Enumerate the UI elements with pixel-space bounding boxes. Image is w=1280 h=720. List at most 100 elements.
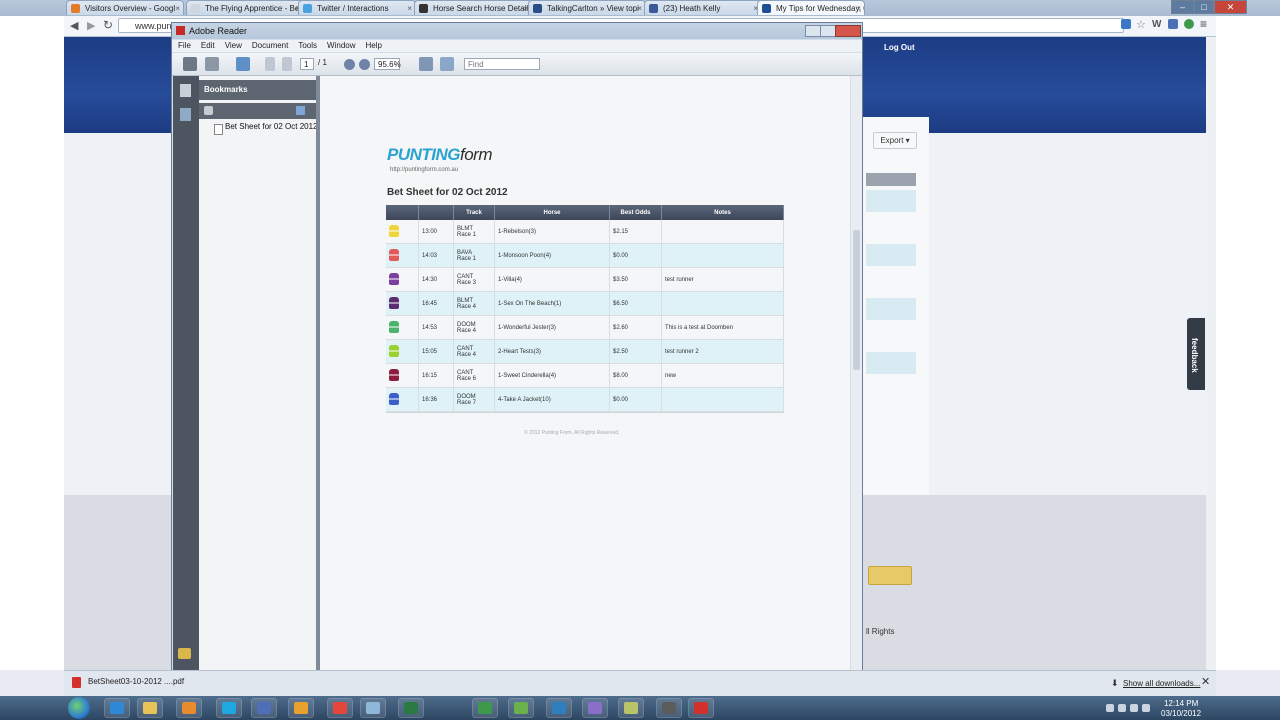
back-icon[interactable]: ◀ [70, 19, 78, 32]
extension-icon[interactable] [1121, 19, 1131, 29]
show-all-downloads-link[interactable]: Show all downloads... [1123, 679, 1200, 688]
pdf-scrollbar[interactable] [851, 76, 862, 693]
window-close-button[interactable]: ✕ [1214, 0, 1247, 14]
app14-icon [624, 702, 638, 714]
export-button[interactable]: Export ▾ [873, 132, 917, 149]
bookmark-star-icon[interactable]: ☆ [1136, 18, 1146, 31]
taskbar-app12-button[interactable] [546, 698, 572, 718]
browser-tab[interactable]: (23) Heath Kelly × [644, 0, 762, 15]
menu-item-file[interactable]: File [178, 41, 191, 50]
feedback-label[interactable]: feedback [1190, 338, 1199, 373]
volume-icon[interactable] [1142, 704, 1150, 712]
taskbar-chrome-button[interactable] [327, 698, 353, 718]
browser-tab[interactable]: Visitors Overview - Googl × [66, 0, 184, 15]
table-row: 13:00 BLMT Race 1 1-Rebelson(3) $2.15 [386, 220, 784, 244]
pdf-scroll-thumb[interactable] [853, 230, 860, 370]
bookmark-options-icon[interactable] [296, 106, 305, 115]
menu-icon[interactable]: ≡ [1200, 17, 1207, 31]
next-page-icon[interactable] [282, 57, 292, 71]
bookmarks-label: Bookmarks [204, 85, 248, 94]
pdf-url[interactable]: http://puntingform.com.au [390, 167, 458, 173]
taskbar-media-button[interactable] [176, 698, 202, 718]
col-time [418, 205, 454, 220]
comments-icon[interactable] [178, 648, 191, 659]
menu-item-window[interactable]: Window [327, 41, 355, 50]
menu-item-tools[interactable]: Tools [298, 41, 317, 50]
taskbar-acrobat-button[interactable] [688, 698, 714, 718]
grid-header [866, 173, 916, 186]
taskbar-app15-button[interactable] [656, 698, 682, 718]
reload-icon[interactable]: ↻ [103, 18, 113, 32]
browser-tab[interactable]: My Tips for Wednesday, 03 × [757, 0, 865, 15]
clock-date[interactable]: 03/10/2012 [1161, 709, 1201, 718]
horse-cell: 1-Sweet Cinderella(4) [494, 363, 610, 388]
taskbar-app5-button[interactable] [251, 698, 277, 718]
browser-tab[interactable]: The Flying Apprentice - Be× [186, 0, 304, 15]
bookmarks-pane [199, 76, 316, 693]
zoom-in-icon[interactable] [359, 59, 370, 70]
facebook-extension-icon[interactable] [1168, 19, 1178, 29]
notes-cell: This is a test at Doomben [661, 315, 784, 340]
taskbar-app13-button[interactable] [582, 698, 608, 718]
find-input[interactable]: Find [464, 58, 540, 70]
tab-close-icon[interactable]: × [637, 1, 642, 15]
tray-icon[interactable] [1106, 704, 1114, 712]
tab-close-icon[interactable]: × [407, 1, 412, 15]
taskbar-excel-blue-button[interactable] [398, 698, 424, 718]
taskbar-explorer-button[interactable] [137, 698, 163, 718]
taskbar-app14-button[interactable] [618, 698, 644, 718]
time-cell: 16:36 [418, 387, 454, 412]
logo-form: form [460, 145, 493, 164]
race-number: Race 4 [457, 351, 477, 358]
forward-icon[interactable]: ▶ [87, 19, 95, 32]
browser-tab[interactable]: Horse Search Horse Detail × [414, 0, 532, 15]
window-minimize-button[interactable]: – [1171, 0, 1194, 14]
page-scrollbar[interactable] [1206, 37, 1216, 670]
w-extension-icon[interactable]: W [1152, 19, 1161, 30]
browser-tab[interactable]: Twitter / Interactions × [298, 0, 416, 15]
menu-item-view[interactable]: View [225, 41, 242, 50]
menu-item-help[interactable]: Help [366, 41, 382, 50]
taskbar-skype-button[interactable] [216, 698, 242, 718]
tab-close-icon[interactable]: × [175, 1, 180, 15]
share-icon[interactable] [205, 57, 219, 71]
tab-close-icon[interactable]: × [856, 1, 861, 15]
bookmark-item[interactable]: Bet Sheet for 02 Oct 2012 [225, 122, 325, 132]
zoom-out-icon[interactable] [344, 59, 355, 70]
logout-link[interactable]: Log Out [884, 43, 915, 52]
clock-time[interactable]: 12:14 PM [1164, 699, 1198, 708]
sign-icon[interactable] [236, 57, 250, 71]
odds-cell: $2.60 [609, 315, 662, 340]
prev-page-icon[interactable] [265, 57, 275, 71]
outlook-icon [294, 702, 308, 714]
green-extension-icon[interactable] [1184, 19, 1194, 29]
bookmarks-header: Bookmarks [199, 80, 316, 100]
reader-close-button[interactable] [835, 25, 861, 37]
taskbar-ie-button[interactable] [104, 698, 130, 718]
bookmark-settings-icon[interactable] [204, 106, 213, 115]
zoom-input[interactable]: 95.6% [374, 58, 401, 70]
pages-icon[interactable] [180, 84, 191, 97]
menu-item-document[interactable]: Document [252, 41, 288, 50]
reader-minimize-button[interactable] [805, 25, 821, 37]
taskbar-outlook-button[interactable] [288, 698, 314, 718]
grid-row [866, 298, 916, 320]
tray-icon[interactable] [1118, 704, 1126, 712]
fit-page-icon[interactable] [419, 57, 433, 71]
browser-tab[interactable]: TalkingCarlton » View topi × [528, 0, 646, 15]
print-icon[interactable] [183, 57, 197, 71]
window-maximize-button[interactable]: □ [1194, 0, 1214, 14]
col-horse: Horse [494, 205, 610, 220]
taskbar-app11-button[interactable] [508, 698, 534, 718]
fit-width-icon[interactable] [440, 57, 454, 71]
taskbar-app8-button[interactable] [360, 698, 386, 718]
download-item[interactable]: BetSheet03-10-2012 ....pdf [88, 677, 184, 686]
start-button[interactable] [68, 697, 90, 719]
taskbar-excel-button[interactable] [472, 698, 498, 718]
menu-item-edit[interactable]: Edit [201, 41, 215, 50]
bookmarks-panel-icon[interactable] [180, 108, 191, 121]
page-number-input[interactable]: 1 [300, 58, 314, 70]
network-icon[interactable] [1130, 704, 1138, 712]
downloads-close-button[interactable]: ✕ [1201, 675, 1210, 688]
reader-maximize-button[interactable] [820, 25, 836, 37]
